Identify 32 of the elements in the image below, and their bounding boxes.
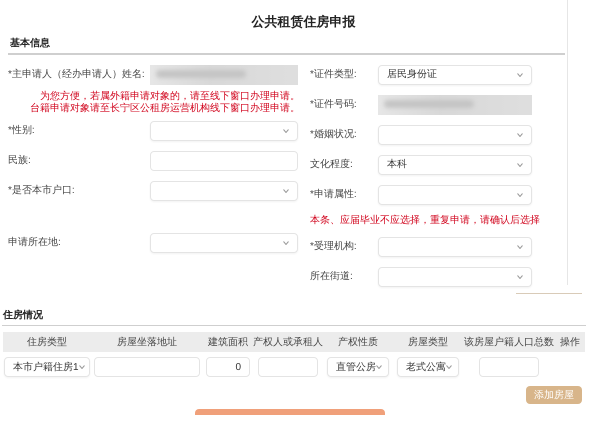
warning-text: 为您方便，若属外籍申请对象的，请至线下窗口办理申请。: [40, 90, 300, 102]
column-header: 产权人或承租人: [253, 336, 323, 350]
field-label: 文化程度:: [310, 158, 354, 172]
field-label: 所在街道:: [310, 270, 354, 284]
field-label: 民族:: [8, 154, 32, 168]
field-label: *是否本市户口:: [8, 184, 76, 198]
column-header: 该房屋户籍人口总数: [463, 336, 555, 350]
field-label: *婚姻状况:: [310, 128, 358, 142]
input-field[interactable]: 0: [206, 357, 250, 377]
warning-text: 台籍申请对象请至长宁区公租房运营机构线下窗口办理申请。: [30, 102, 300, 114]
select-field[interactable]: 老式公寓: [397, 357, 459, 377]
field-label: *性别:: [8, 124, 36, 138]
column-header: 产权性质: [337, 336, 379, 350]
field-label: 申请所在地:: [8, 236, 62, 250]
select-field[interactable]: 居民身份证: [378, 64, 532, 84]
section-heading: 住房情况: [3, 308, 44, 323]
select-field[interactable]: 本科: [378, 154, 532, 174]
column-header: 住房类型: [26, 336, 68, 350]
column-header: 建筑面积: [207, 336, 249, 350]
column-header: 房屋类型: [407, 336, 449, 350]
page-title: 公共租赁住房申报: [250, 13, 356, 31]
column-header: 操作: [559, 336, 581, 350]
select-field[interactable]: 直管公房: [327, 357, 389, 377]
field-label: *主申请人（经办申请人）姓名:: [8, 68, 146, 82]
field-label: *申请属性:: [310, 188, 358, 202]
warning-text: 本条、应届毕业不应选择，重复申请，请确认后选择: [310, 214, 540, 226]
select-field[interactable]: 本市户籍住房1: [4, 357, 90, 377]
section-heading: 基本信息: [10, 36, 51, 50]
field-label: *受理机构:: [310, 240, 358, 254]
field-label: *证件号码:: [310, 98, 358, 112]
field-label: *证件类型:: [310, 68, 358, 82]
column-header: 房屋坐落地址: [116, 336, 178, 350]
